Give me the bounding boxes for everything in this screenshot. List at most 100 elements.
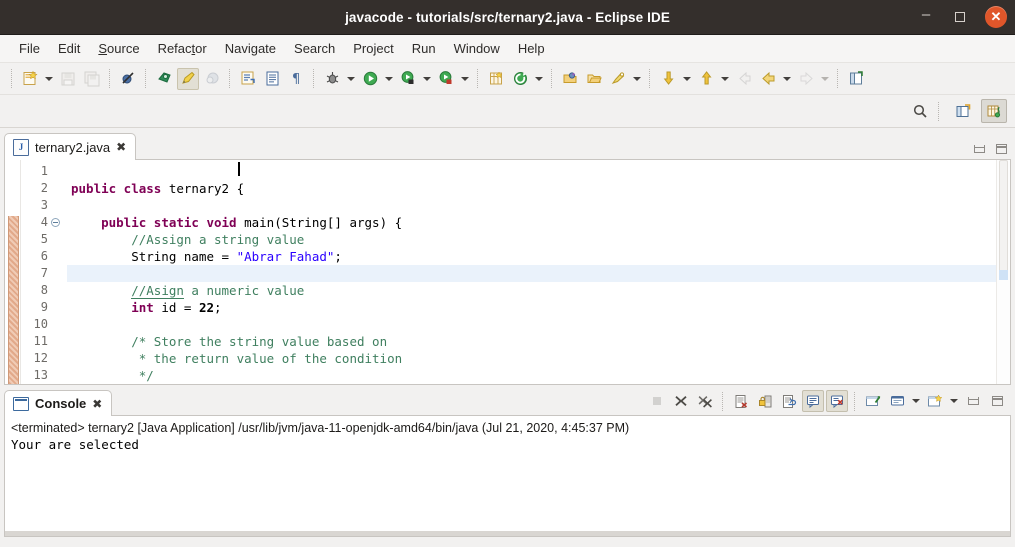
run-external-dropdown-icon[interactable] [420,68,434,90]
menu-window[interactable]: Window [445,38,509,59]
line-number: 2 [40,181,48,195]
open-search-icon[interactable] [509,68,531,90]
maximize-icon[interactable] [986,390,1008,412]
remove-all-terminated-icon[interactable] [694,390,716,412]
menu-file[interactable]: File [10,38,49,59]
display-selected-console-icon[interactable] [886,390,908,412]
previous-annotation-dropdown-icon[interactable] [718,68,732,90]
code-line[interactable]: String name = "Abrar Fahad"; [67,248,1010,265]
back-history-icon[interactable] [757,68,779,90]
editor-tab-label: ternary2.java [35,139,111,155]
next-annotation-dropdown-icon[interactable] [680,68,694,90]
run-dropdown-icon[interactable] [382,68,396,90]
line-number: 6 [40,249,48,263]
code-line[interactable] [67,316,1010,333]
new-java-class-icon[interactable] [237,68,259,90]
code-line[interactable]: */ [67,367,1010,384]
main-toolbar: ¶ [0,63,1015,95]
console-icon [13,396,29,411]
menu-project[interactable]: Project [344,38,402,59]
next-annotation-icon[interactable] [657,68,679,90]
scroll-lock-icon[interactable] [754,390,776,412]
menu-search[interactable]: Search [285,38,344,59]
fold-collapse-icon[interactable] [51,218,60,227]
code-line[interactable] [67,163,1010,180]
toggle-mark-occurrences-icon[interactable] [177,67,199,90]
close-icon[interactable]: ✕ [985,6,1007,28]
perspective-java-button[interactable] [981,99,1007,123]
code-line[interactable]: public static void main(String[] args) { [67,214,1010,231]
menu-navigate[interactable]: Navigate [216,38,285,59]
show-console-on-output-icon[interactable] [802,390,824,412]
code-area[interactable]: public class ternary2 { public static vo… [67,160,1010,384]
menu-run[interactable]: Run [403,38,445,59]
editor-vertical-scrollbar[interactable] [996,160,1010,384]
console-horizontal-scrollbar[interactable] [5,531,1010,536]
search-icon[interactable] [907,99,933,123]
show-console-on-error-icon[interactable] [826,390,848,412]
menu-source[interactable]: Source [89,38,148,59]
open-search-dropdown-icon[interactable] [532,68,546,90]
code-line[interactable]: public class ternary2 { [67,180,1010,197]
quick-access-dropdown-icon[interactable] [630,68,644,90]
open-type-icon[interactable] [261,68,283,90]
code-line[interactable]: //Asign a numeric value [67,282,1010,299]
run-icon[interactable] [359,68,381,90]
pin-console-icon[interactable] [862,390,884,412]
debug-dropdown-icon[interactable] [344,68,358,90]
folding-ruler[interactable] [53,160,67,384]
clear-console-icon[interactable] [730,390,752,412]
open-console-dropdown-icon[interactable] [947,390,961,412]
code-line[interactable]: /* Store the string value based on [67,333,1010,350]
new-wizard-dropdown-icon[interactable] [42,68,56,90]
minimize-icon[interactable] [974,145,985,153]
console-body[interactable]: <terminated> ternary2 [Java Application]… [4,416,1011,537]
open-console-icon[interactable] [924,390,946,412]
word-wrap-icon[interactable] [778,390,800,412]
back-history-dropdown-icon[interactable] [780,68,794,90]
change-bar [8,216,19,384]
coverage-as-icon[interactable] [435,68,457,90]
code-line[interactable]: * the return value of the condition [67,350,1010,367]
code-line[interactable]: int id = 22; [67,299,1010,316]
open-perspective-last-icon[interactable] [845,68,867,90]
remove-launch-icon[interactable] [670,390,692,412]
code-line-current[interactable] [67,162,1010,282]
scrollbar-thumb[interactable] [999,160,1008,280]
previous-annotation-icon[interactable] [695,68,717,90]
minimize-icon[interactable] [962,390,984,412]
menu-refactor[interactable]: Refactor [149,38,216,59]
open-task-icon[interactable] [559,68,581,90]
menu-edit[interactable]: Edit [49,38,89,59]
new-java-project-icon[interactable] [485,68,507,90]
maximize-icon[interactable] [996,144,1007,154]
new-wizard-icon[interactable] [19,68,41,90]
line-number: 11 [33,334,48,348]
coverage-as-dropdown-icon[interactable] [458,68,472,90]
skip-all-breakpoints-icon[interactable] [117,68,139,90]
console-toolbar [645,390,1009,412]
run-external-icon[interactable] [397,68,419,90]
toolbar-separator [477,69,479,88]
close-icon[interactable]: ✖ [116,141,126,153]
line-number: 12 [33,351,48,365]
close-icon[interactable]: ✖ [92,398,102,410]
display-selected-console-dropdown-icon[interactable] [909,390,923,412]
window-controls: – ✕ [917,0,1007,34]
console-tab[interactable]: Console ✖ [4,390,113,416]
terminate-icon [646,390,668,412]
maximize-icon[interactable] [951,8,969,26]
code-line[interactable] [67,197,1010,214]
open-resource-icon[interactable] [583,68,605,90]
editor-vertical-ruler[interactable] [5,160,21,384]
open-perspective-icon[interactable] [950,99,976,123]
code-line[interactable]: //Assign a string value [67,231,1010,248]
toggle-breakpoint-icon[interactable] [153,68,175,90]
show-whitespace-icon[interactable]: ¶ [285,68,307,90]
menu-help[interactable]: Help [509,38,554,59]
quick-access-icon[interactable] [607,68,629,90]
minimize-icon[interactable]: – [917,5,935,29]
debug-icon[interactable] [321,68,343,90]
editor-tab-ternary2[interactable]: J ternary2.java ✖ [4,133,137,160]
toolbar-separator [649,69,651,88]
